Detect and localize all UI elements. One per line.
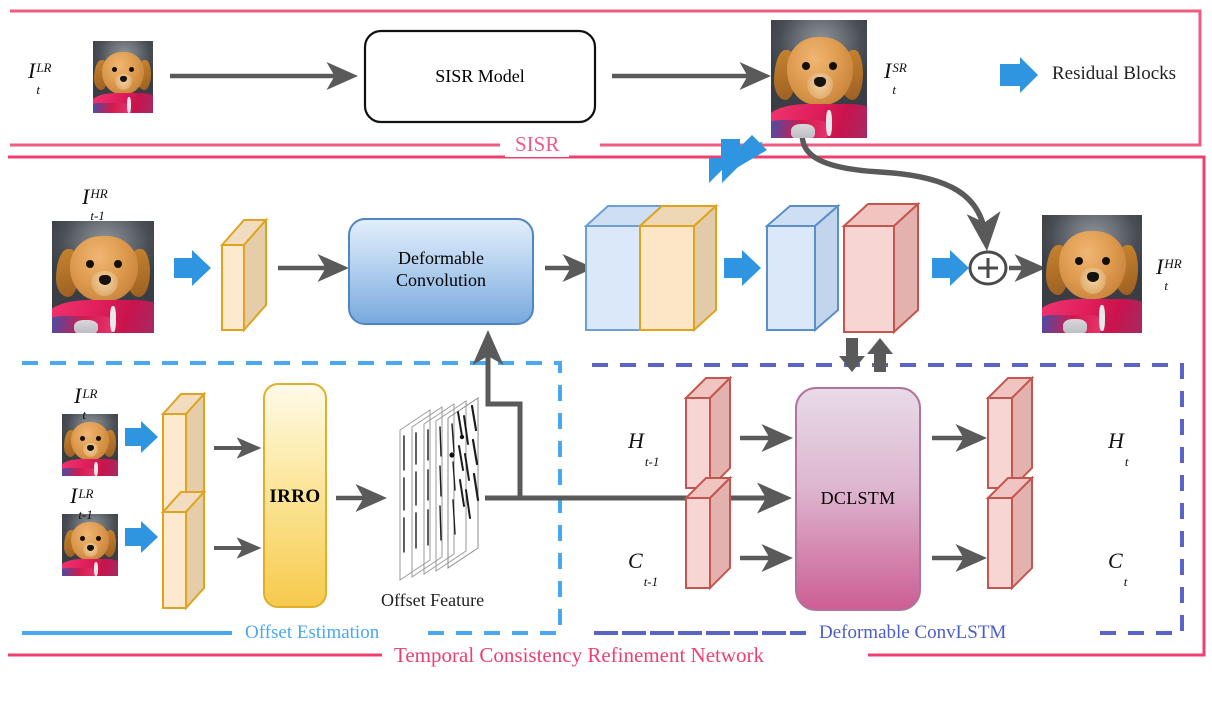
sum-node xyxy=(968,250,1008,286)
diagram-canvas: I LR t SISR Model I SR t Residual Blocks… xyxy=(0,0,1212,708)
c-prev-cube xyxy=(683,475,733,591)
label-output-hr-sup: HR xyxy=(1164,256,1182,271)
label-offset-input-t-sup: LR xyxy=(82,386,98,401)
h-prev-cube xyxy=(683,375,733,491)
residual-arrow-2-icon xyxy=(724,250,761,286)
sisr-model-label: SISR Model xyxy=(435,66,525,86)
label-prev-hr-sup: HR xyxy=(90,186,108,201)
label-prev-hr-sub: t-1 xyxy=(90,208,105,223)
label-output-hr-sub: t xyxy=(1164,278,1168,293)
label-c-prev: C t-1 xyxy=(628,548,658,589)
label-offset-input-tm1: I LR t-1 xyxy=(70,483,94,522)
feature-cube-blue xyxy=(764,203,841,333)
label-input-lr-sub: t xyxy=(36,82,40,97)
label-c-out: C t xyxy=(1108,548,1127,589)
photo-input-lr-t xyxy=(62,414,118,476)
label-h-prev-base: H xyxy=(628,428,644,453)
feature-cube-red xyxy=(841,201,921,335)
offset-feature-stack xyxy=(399,397,480,581)
label-c-out-sub: t xyxy=(1123,574,1128,589)
concat-feature-cube xyxy=(583,203,719,333)
label-offset-input-tm1-sub: t-1 xyxy=(78,507,93,522)
label-input-lr-base: I xyxy=(28,58,36,83)
label-offset-input-t-sub: t xyxy=(82,407,86,422)
sisr-frame-label: SISR xyxy=(505,132,570,157)
tcrn-frame-label: Temporal Consistency Refinement Network xyxy=(382,643,777,668)
label-h-out: H t xyxy=(1108,428,1129,469)
deformable-convolution-label-line2: Convolution xyxy=(395,269,486,290)
label-output-hr: I HR t xyxy=(1156,254,1182,293)
irro-block-label: IRRO xyxy=(269,486,321,507)
residual-arrow-1-icon xyxy=(174,250,211,286)
photo-input-lr-tm1 xyxy=(62,514,118,576)
offset-feature-cube-bottom xyxy=(160,489,207,611)
offset-feature-label: Offset Feature xyxy=(381,590,485,610)
diagram-vector-layer xyxy=(8,9,1206,657)
label-output-sr: I SR t xyxy=(884,58,907,97)
label-c-out-base: C xyxy=(1108,548,1123,573)
label-prev-hr: I HR t-1 xyxy=(82,184,108,223)
label-offset-input-tm1-sup: LR xyxy=(78,486,94,501)
label-c-prev-sub: t-1 xyxy=(643,574,659,589)
label-output-sr-base: I xyxy=(884,58,892,83)
label-c-prev-base: C xyxy=(628,548,643,573)
dclstm-block-label: DCLSTM xyxy=(820,488,896,508)
legend-residual-blocks-label: Residual Blocks xyxy=(1052,63,1177,84)
residual-arrow-3-icon xyxy=(932,250,969,286)
label-output-sr-sub: t xyxy=(892,82,896,97)
residual-arrow-offset-top-icon xyxy=(125,421,158,453)
label-prev-hr-base: I xyxy=(82,184,90,209)
deformable-convolution-label-line1: Deformable xyxy=(398,248,484,268)
label-h-out-base: H xyxy=(1108,428,1124,453)
photo-prev-hr xyxy=(52,221,154,333)
deformable-convolution-label: Deformable Convolution xyxy=(349,248,533,292)
label-input-lr: I LR t xyxy=(28,58,52,97)
residual-arrow-offset-bottom-icon xyxy=(125,521,158,553)
label-h-prev-sub: t-1 xyxy=(644,454,660,469)
label-offset-input-t-base: I xyxy=(74,383,82,408)
label-input-lr-sup: LR xyxy=(36,60,52,75)
residual-arrow-into-tcrn-icon xyxy=(709,135,767,183)
photo-input-lr xyxy=(93,41,153,113)
h-out-cube xyxy=(985,375,1035,491)
feature-cube-orange-1 xyxy=(219,217,269,333)
label-offset-input-tm1-base: I xyxy=(70,483,78,508)
deformable-convlstm-frame-label: Deformable ConvLSTM xyxy=(811,622,1015,644)
label-output-sr-sup: SR xyxy=(892,60,907,75)
photo-output-hr xyxy=(1042,215,1142,333)
label-output-hr-base: I xyxy=(1156,254,1164,279)
label-h-out-sub: t xyxy=(1124,454,1129,469)
residual-block-arrow-icon xyxy=(1000,57,1038,93)
label-offset-input-t: I LR t xyxy=(74,383,98,422)
photo-output-sr xyxy=(771,20,867,138)
offset-estimation-frame-label: Offset Estimation xyxy=(237,622,388,644)
label-h-prev: H t-1 xyxy=(628,428,659,469)
c-out-cube xyxy=(985,475,1035,591)
